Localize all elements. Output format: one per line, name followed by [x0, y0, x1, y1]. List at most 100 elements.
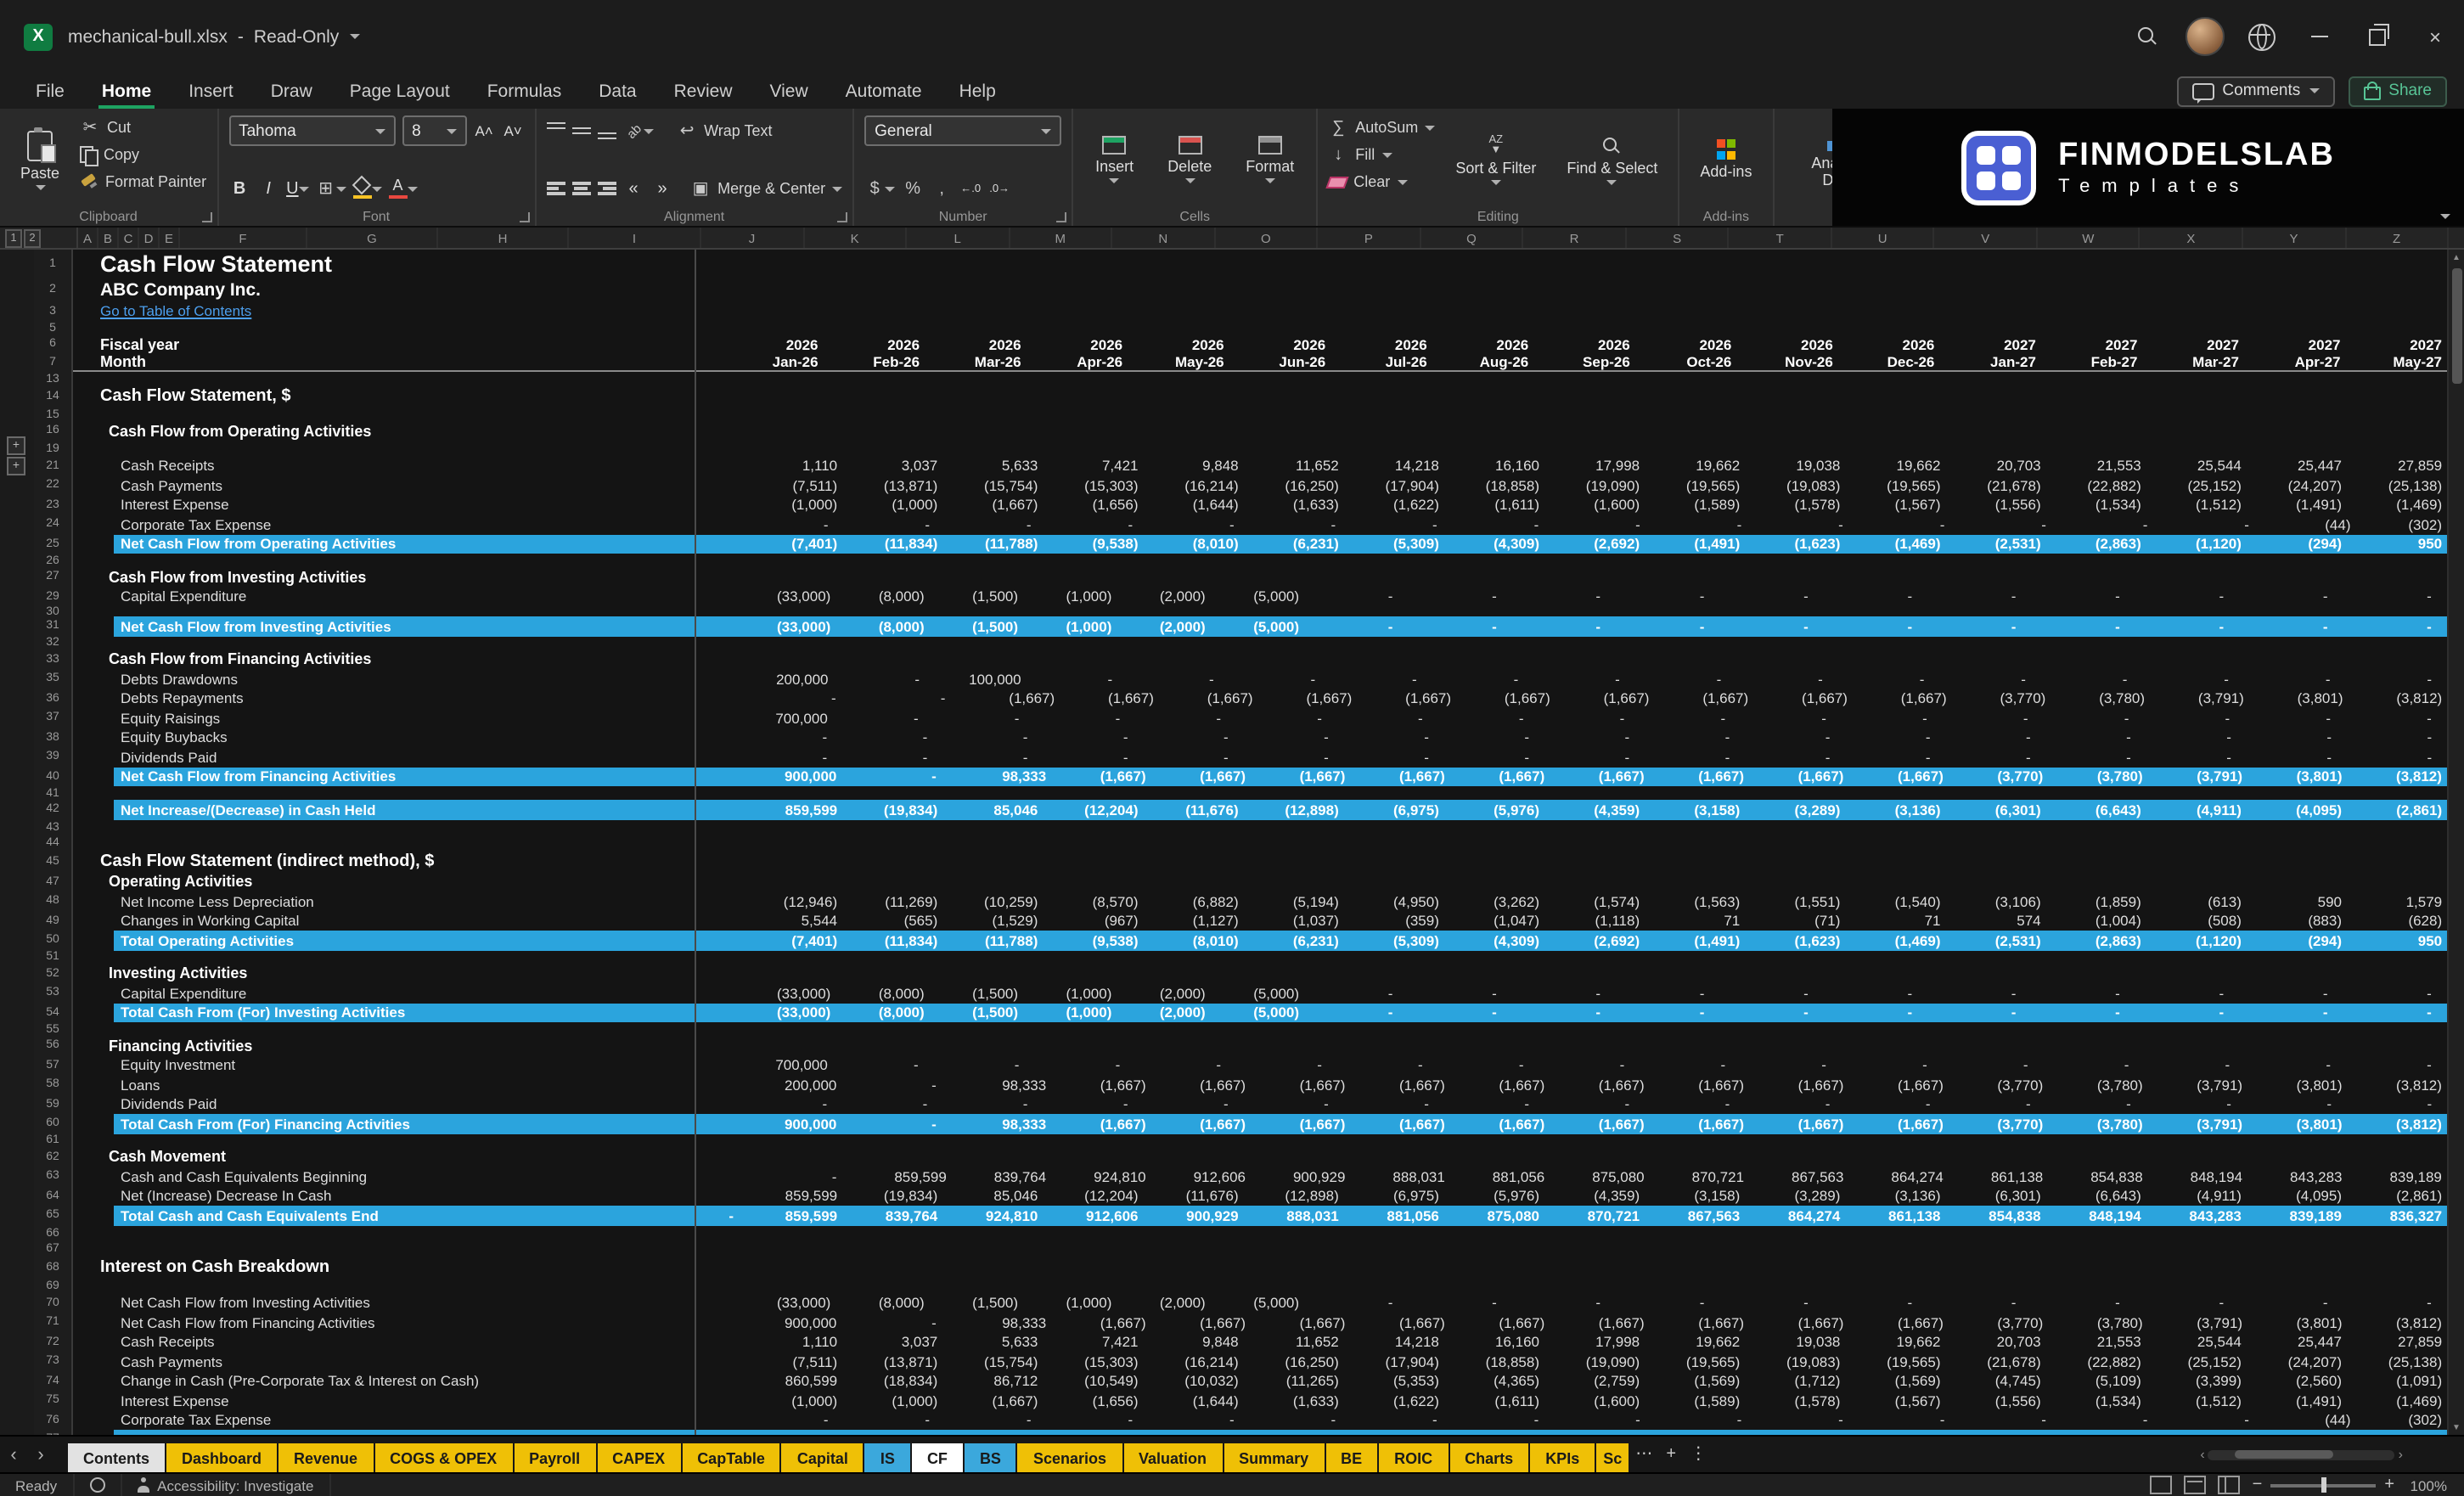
addins-button[interactable]: Add-ins — [1690, 115, 1762, 204]
ribbon-tab-help[interactable]: Help — [941, 73, 1015, 109]
row-header[interactable]: 24 — [34, 515, 73, 534]
accessibility-status-button[interactable]: Accessibility: Investigate — [121, 1474, 330, 1496]
horizontal-scrollbar-thumb[interactable] — [2236, 1450, 2334, 1459]
row-header[interactable]: 6 — [34, 335, 73, 353]
zoom-level[interactable]: 100% — [2406, 1476, 2447, 1493]
row-header[interactable]: 7 — [34, 353, 73, 372]
scroll-down-arrow[interactable]: ▼ — [2449, 1420, 2464, 1435]
row-header[interactable]: 70 — [34, 1293, 73, 1313]
sheet-tab-revenue[interactable]: Revenue — [278, 1443, 373, 1472]
account-button[interactable] — [2175, 0, 2233, 73]
bold-button[interactable]: B — [228, 176, 250, 201]
page-layout-view-button[interactable] — [2185, 1476, 2207, 1494]
decrease-decimal-button[interactable]: .0→ — [988, 176, 1010, 201]
outline-level-2-button[interactable]: 2 — [24, 228, 41, 247]
paste-button[interactable]: Paste — [10, 115, 70, 204]
ribbon-tab-data[interactable]: Data — [580, 73, 655, 109]
zoom-slider-thumb[interactable] — [2321, 1477, 2327, 1493]
column-header-F[interactable]: F — [180, 228, 307, 248]
row-header[interactable]: 44 — [34, 835, 73, 850]
fill-color-button[interactable] — [353, 176, 382, 201]
align-center-icon[interactable] — [571, 183, 590, 194]
sheet-tab-capital[interactable]: Capital — [782, 1443, 864, 1472]
row-header[interactable]: 37 — [34, 708, 73, 728]
middle-align-icon[interactable] — [571, 122, 590, 139]
close-button[interactable]: × — [2406, 0, 2464, 73]
row-header[interactable]: 21 — [34, 456, 73, 475]
more-sheets-button[interactable]: ⋯ — [1630, 1437, 1657, 1472]
row-header[interactable]: 60 — [34, 1114, 73, 1133]
bottom-align-icon[interactable] — [597, 122, 616, 139]
ribbon-tab-page-layout[interactable]: Page Layout — [331, 73, 469, 109]
row-header[interactable]: 66 — [34, 1225, 73, 1240]
row-header[interactable]: 26 — [34, 554, 73, 567]
clipboard-dialog-launcher[interactable] — [201, 212, 211, 222]
row-header[interactable]: 40 — [34, 767, 73, 786]
row-header[interactable]: 53 — [34, 983, 73, 1003]
row-header[interactable]: 61 — [34, 1133, 73, 1147]
sheet-tab-be[interactable]: BE — [1325, 1443, 1377, 1472]
percent-style-button[interactable]: % — [902, 176, 924, 201]
row-header[interactable]: 43 — [34, 819, 73, 835]
row-header[interactable]: 63 — [34, 1167, 73, 1186]
row-header[interactable]: 48 — [34, 891, 73, 911]
horizontal-scrollbar[interactable]: ‹ › — [2200, 1437, 2403, 1472]
row-header[interactable]: 47 — [34, 872, 73, 891]
underline-button[interactable]: U — [286, 176, 308, 201]
shrink-font-button[interactable]: A˅ — [502, 118, 524, 143]
vertical-scrollbar[interactable]: ▲ ▼ — [2447, 250, 2464, 1435]
format-cells-button[interactable]: Format — [1234, 115, 1306, 204]
row-header[interactable]: 54 — [34, 1003, 73, 1022]
align-left-icon[interactable] — [546, 183, 565, 194]
row-header[interactable]: 64 — [34, 1186, 73, 1206]
row-header[interactable]: 33 — [34, 650, 73, 669]
sheet-options-button[interactable]: ⋮ — [1685, 1437, 1712, 1472]
borders-button[interactable]: ⊞ — [316, 176, 346, 201]
row-header[interactable]: 56 — [34, 1036, 73, 1055]
horizontal-scrollbar-track[interactable] — [2208, 1449, 2395, 1459]
vertical-scrollbar-thumb[interactable] — [2451, 268, 2461, 384]
row-header[interactable]: 5 — [34, 321, 73, 335]
column-header-J[interactable]: J — [701, 228, 804, 248]
column-header-V[interactable]: V — [1935, 228, 2038, 248]
accounting-format-button[interactable]: $ — [864, 176, 895, 201]
row-header[interactable]: 19 — [34, 441, 73, 456]
row-header[interactable]: 14 — [34, 385, 73, 408]
sheet-tab-summary[interactable]: Summary — [1224, 1443, 1324, 1472]
row-header[interactable]: 41 — [34, 786, 73, 800]
minimize-button[interactable] — [2291, 0, 2349, 73]
hscroll-left-arrow[interactable]: ‹ — [2200, 1447, 2204, 1462]
search-button[interactable] — [2118, 0, 2175, 73]
hscroll-right-arrow[interactable]: › — [2399, 1447, 2403, 1462]
sheet-tab-kpis[interactable]: KPIs — [1530, 1443, 1595, 1472]
row-header[interactable]: 36 — [34, 689, 73, 708]
share-button[interactable]: Share — [2348, 76, 2447, 106]
sheet-tab-charts[interactable]: Charts — [1449, 1443, 1528, 1472]
row-header[interactable]: 62 — [34, 1147, 73, 1167]
sheet-tab-dashboard[interactable]: Dashboard — [166, 1443, 277, 1472]
row-header[interactable]: 68 — [34, 1256, 73, 1278]
decrease-indent-button[interactable]: « — [622, 176, 644, 201]
row-header[interactable]: 69 — [34, 1278, 73, 1293]
row-header[interactable]: 1 — [34, 250, 73, 278]
page-break-view-button[interactable] — [2219, 1476, 2241, 1494]
sheet-tab-valuation[interactable]: Valuation — [1123, 1443, 1222, 1472]
new-sheet-button[interactable]: + — [1657, 1437, 1685, 1472]
column-header-P[interactable]: P — [1318, 228, 1420, 248]
number-format-combo[interactable]: General — [864, 115, 1061, 146]
row-header[interactable]: 15 — [34, 408, 73, 421]
column-header-L[interactable]: L — [907, 228, 1010, 248]
outline-level-1-button[interactable]: 1 — [5, 228, 22, 247]
column-header-Z[interactable]: Z — [2346, 228, 2449, 248]
sheet-tab-capex[interactable]: CAPEX — [597, 1443, 680, 1472]
zoom-out-button[interactable]: − — [2253, 1476, 2263, 1494]
column-header-B[interactable]: B — [98, 228, 119, 248]
document-title[interactable]: mechanical-bull.xlsx - Read-Only — [68, 26, 359, 47]
comma-style-button[interactable]: , — [931, 176, 953, 201]
clear-button[interactable]: Clear — [1328, 170, 1435, 194]
column-header-O[interactable]: O — [1215, 228, 1318, 248]
orientation-button[interactable]: ab — [622, 118, 653, 143]
column-header-G[interactable]: G — [307, 228, 438, 248]
row-header[interactable]: 77 — [34, 1430, 73, 1435]
sheet-tab-roic[interactable]: ROIC — [1379, 1443, 1448, 1472]
